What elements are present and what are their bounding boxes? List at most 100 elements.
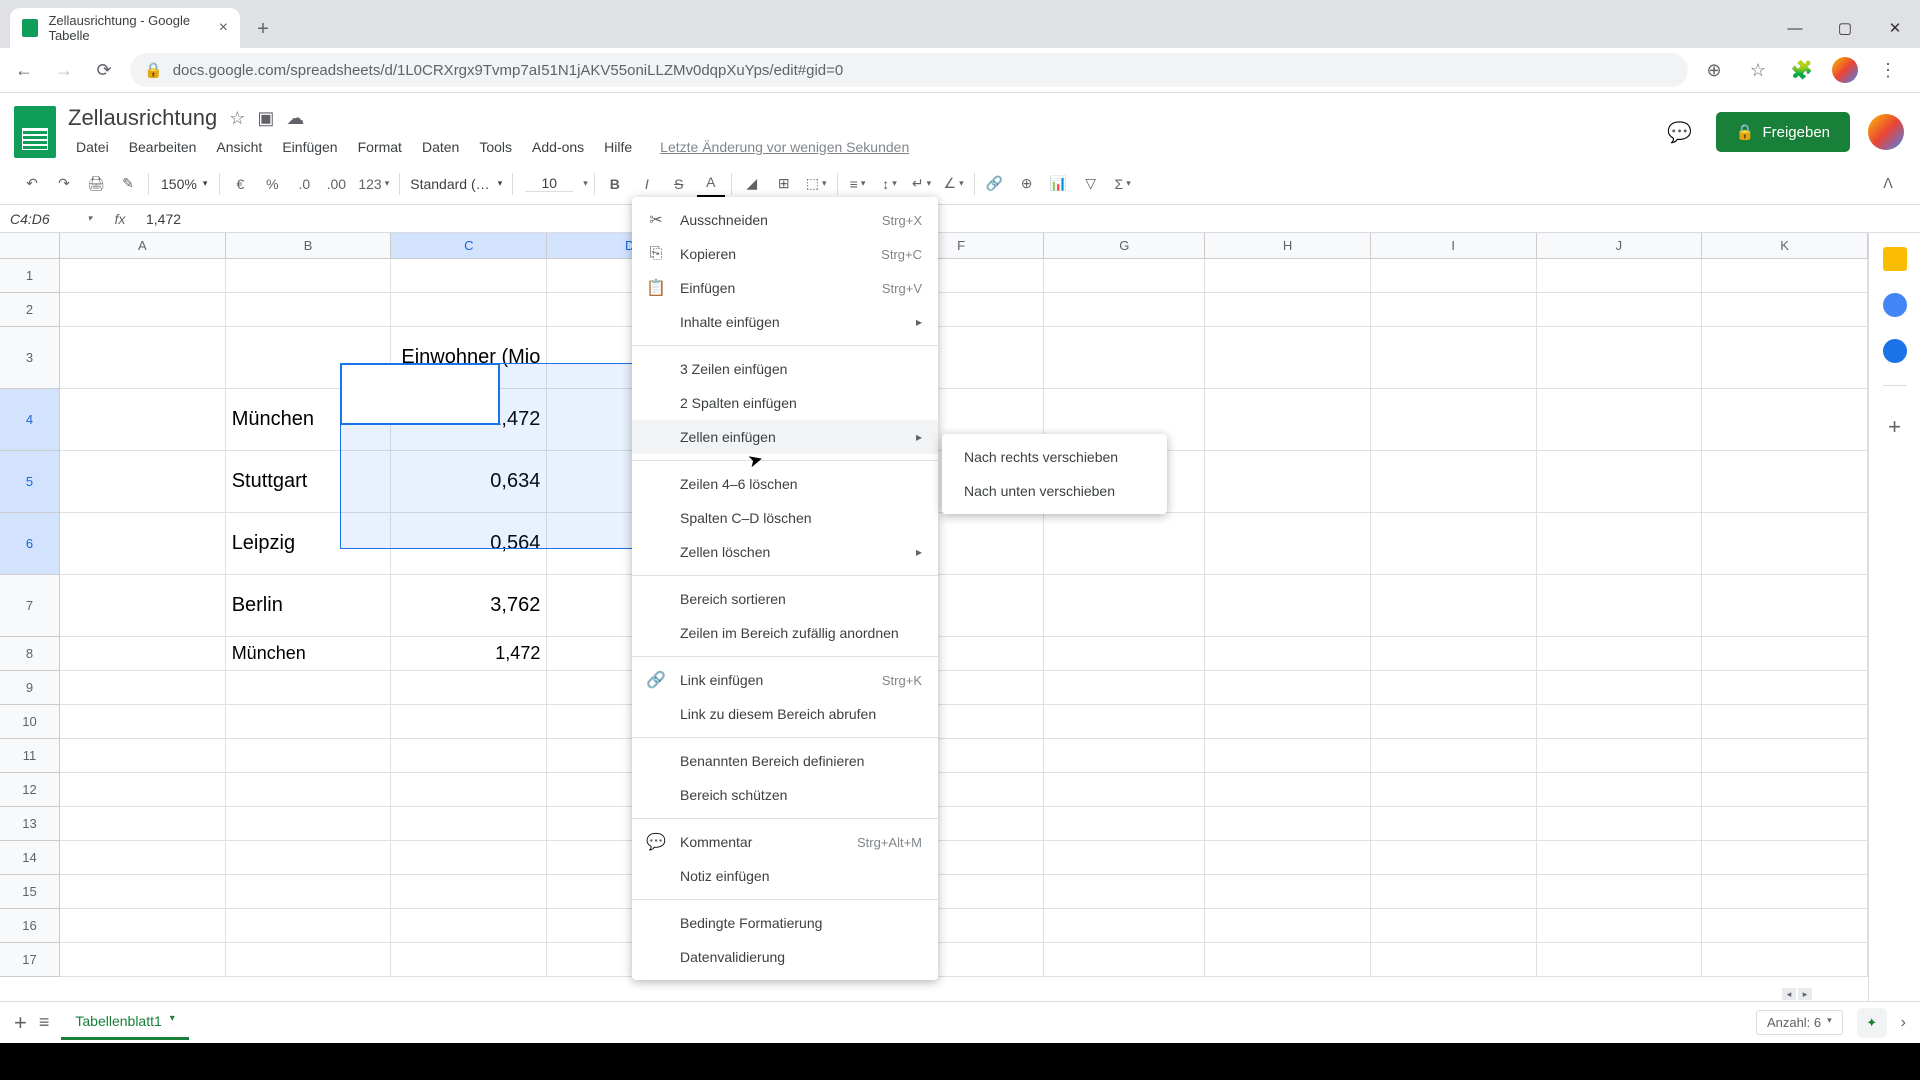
cell-B4[interactable]: München — [226, 389, 392, 451]
cell-K4[interactable] — [1702, 389, 1868, 451]
cell-H5[interactable] — [1205, 451, 1371, 513]
wrap-icon[interactable]: ↵ — [908, 170, 936, 198]
row-header-13[interactable]: 13 — [0, 807, 60, 841]
cell-A3[interactable] — [60, 327, 226, 389]
collapse-toolbar-icon[interactable]: ᐱ — [1874, 170, 1902, 198]
cell-I1[interactable] — [1371, 259, 1537, 293]
cell-A4[interactable] — [60, 389, 226, 451]
cell-G7[interactable] — [1044, 575, 1205, 637]
comments-icon[interactable]: 💬 — [1662, 114, 1698, 150]
cell-J15[interactable] — [1537, 875, 1703, 909]
cell-A15[interactable] — [60, 875, 226, 909]
cell-I10[interactable] — [1371, 705, 1537, 739]
window-minimize-icon[interactable]: — — [1770, 8, 1820, 48]
cell-K11[interactable] — [1702, 739, 1868, 773]
name-box[interactable]: C4:D6 ▾ — [0, 211, 100, 227]
cell-A10[interactable] — [60, 705, 226, 739]
cell-H4[interactable] — [1205, 389, 1371, 451]
cell-K9[interactable] — [1702, 671, 1868, 705]
undo-icon[interactable]: ↶ — [18, 170, 46, 198]
sheets-logo-icon[interactable] — [14, 106, 56, 158]
col-header-K[interactable]: K — [1702, 233, 1868, 259]
ctx-cut[interactable]: ✂AusschneidenStrg+X — [632, 203, 938, 237]
cell-B5[interactable]: Stuttgart — [226, 451, 392, 513]
valign-icon[interactable]: ↕ — [876, 170, 904, 198]
move-icon[interactable]: ▣ — [257, 108, 274, 129]
cell-A9[interactable] — [60, 671, 226, 705]
ctx-shuffle-rows[interactable]: Zeilen im Bereich zufällig anordnen — [632, 616, 938, 650]
cell-K8[interactable] — [1702, 637, 1868, 671]
cell-I9[interactable] — [1371, 671, 1537, 705]
add-addon-icon[interactable]: + — [1888, 414, 1901, 440]
cell-G15[interactable] — [1044, 875, 1205, 909]
browser-tab[interactable]: Zellausrichtung - Google Tabelle × — [10, 8, 240, 48]
col-header-C[interactable]: C — [391, 233, 547, 259]
cell-H14[interactable] — [1205, 841, 1371, 875]
ctx-get-link[interactable]: Link zu diesem Bereich abrufen — [632, 697, 938, 731]
cell-J5[interactable] — [1537, 451, 1703, 513]
cell-J17[interactable] — [1537, 943, 1703, 977]
col-header-J[interactable]: J — [1537, 233, 1703, 259]
cell-B8[interactable]: München — [226, 637, 392, 671]
cell-H8[interactable] — [1205, 637, 1371, 671]
ctx-copy[interactable]: ⎘KopierenStrg+C — [632, 237, 938, 271]
ctx-delete-cols[interactable]: Spalten C–D löschen — [632, 501, 938, 535]
extension-icon[interactable]: 🧩 — [1788, 60, 1816, 81]
keep-app-icon[interactable] — [1883, 293, 1907, 317]
row-header-3[interactable]: 3 — [0, 327, 60, 389]
italic-icon[interactable]: I — [633, 170, 661, 198]
sub-shift-right[interactable]: Nach rechts verschieben — [942, 440, 1167, 474]
row-header-4[interactable]: 4 — [0, 389, 60, 451]
cell-J1[interactable] — [1537, 259, 1703, 293]
cell-G8[interactable] — [1044, 637, 1205, 671]
menu-format[interactable]: Format — [350, 135, 410, 159]
cell-K3[interactable] — [1702, 327, 1868, 389]
cell-G16[interactable] — [1044, 909, 1205, 943]
cell-C8[interactable]: 1,472 — [391, 637, 547, 671]
increase-decimal-icon[interactable]: .00 — [322, 170, 350, 198]
cell-A8[interactable] — [60, 637, 226, 671]
col-header-I[interactable]: I — [1371, 233, 1537, 259]
halign-icon[interactable]: ≡ — [844, 170, 872, 198]
cell-C6[interactable]: 0,564 — [391, 513, 547, 575]
select-all-corner[interactable] — [0, 233, 60, 259]
ctx-named-range[interactable]: Benannten Bereich definieren — [632, 744, 938, 778]
row-header-14[interactable]: 14 — [0, 841, 60, 875]
side-panel-toggle-icon[interactable]: › — [1901, 1014, 1906, 1032]
col-header-A[interactable]: A — [60, 233, 226, 259]
cell-J16[interactable] — [1537, 909, 1703, 943]
share-button[interactable]: 🔒 Freigeben — [1716, 112, 1850, 152]
ctx-delete-cells[interactable]: Zellen löschen▸ — [632, 535, 938, 569]
nav-back-icon[interactable]: ← — [10, 60, 38, 81]
explore-icon[interactable]: ✦ — [1857, 1008, 1887, 1038]
text-color-icon[interactable]: A — [697, 170, 725, 198]
cell-B7[interactable]: Berlin — [226, 575, 392, 637]
cell-C15[interactable] — [391, 875, 547, 909]
cell-C2[interactable] — [391, 293, 547, 327]
chart-icon[interactable]: 📊 — [1045, 170, 1073, 198]
font-select[interactable]: Standard (…▾ — [406, 176, 506, 192]
cell-A5[interactable] — [60, 451, 226, 513]
cell-I8[interactable] — [1371, 637, 1537, 671]
cell-H11[interactable] — [1205, 739, 1371, 773]
window-maximize-icon[interactable]: ▢ — [1820, 8, 1870, 48]
row-header-8[interactable]: 8 — [0, 637, 60, 671]
cell-B17[interactable] — [226, 943, 392, 977]
ctx-paste-special[interactable]: Inhalte einfügen▸ — [632, 305, 938, 339]
profile-avatar-icon[interactable] — [1832, 57, 1858, 83]
ctx-insert-rows[interactable]: 3 Zeilen einfügen — [632, 352, 938, 386]
horizontal-scrollbar[interactable]: ◂▸ — [0, 987, 1816, 1001]
row-header-6[interactable]: 6 — [0, 513, 60, 575]
cell-C12[interactable] — [391, 773, 547, 807]
link-tool-icon[interactable]: 🔗 — [981, 170, 1009, 198]
zoom-select[interactable]: 150%▾ — [155, 176, 213, 192]
cell-A1[interactable] — [60, 259, 226, 293]
cell-I15[interactable] — [1371, 875, 1537, 909]
nav-forward-icon[interactable]: → — [50, 60, 78, 81]
cell-C9[interactable] — [391, 671, 547, 705]
tasks-app-icon[interactable] — [1883, 339, 1907, 363]
calendar-app-icon[interactable] — [1883, 247, 1907, 271]
cell-A12[interactable] — [60, 773, 226, 807]
cell-C7[interactable]: 3,762 — [391, 575, 547, 637]
row-header-9[interactable]: 9 — [0, 671, 60, 705]
